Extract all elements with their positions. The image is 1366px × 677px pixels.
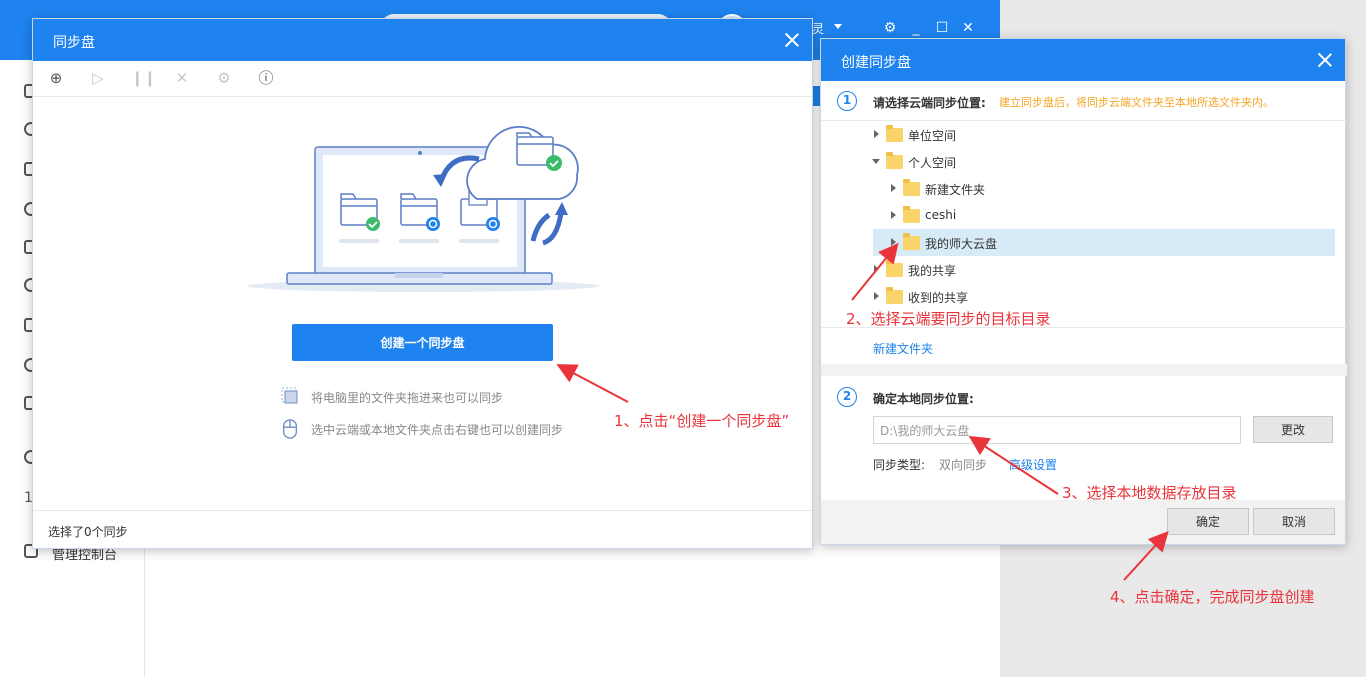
sync-dialog-header: 同步盘 (33, 19, 812, 61)
create-sync-disk-button[interactable]: 创建一个同步盘 (292, 324, 553, 361)
sync-illustration (247, 126, 599, 292)
folder-icon (886, 152, 903, 169)
sync-toolbar: ⊕ ▷ ❙❙ ✕ ⚙ ⓘ (33, 61, 812, 97)
folder-icon (886, 260, 903, 277)
settings-icon[interactable]: ⚙ (215, 69, 233, 87)
tree-item-my-cloud-disk[interactable]: 我的师大云盘 (873, 229, 1335, 256)
step2-row: 2 确定本地同步位置: (821, 377, 1347, 417)
tree-item-my-share[interactable]: 我的共享 (821, 256, 1347, 283)
annotation-step4: 4、点击确定，完成同步盘创建 (1110, 588, 1315, 606)
sync-type-label: 同步类型: (873, 458, 926, 472)
folder-icon (903, 206, 920, 223)
create-dialog-title: 创建同步盘 (841, 55, 911, 71)
tree-item-ceshi[interactable]: ceshi (821, 202, 1347, 229)
minimize-icon[interactable]: _ (908, 20, 924, 36)
user-menu-chevron-icon[interactable] (834, 24, 842, 29)
folder-icon (886, 287, 903, 304)
section-divider (821, 364, 1347, 376)
pause-icon[interactable]: ❙❙ (131, 69, 156, 87)
annotation-step3: 3、选择本地数据存放目录 (1062, 484, 1237, 502)
play-icon[interactable]: ▷ (89, 69, 107, 87)
tree-item-label: ceshi (925, 208, 957, 222)
tree-item-label: 我的共享 (908, 264, 957, 278)
step2-number-badge: 2 (837, 387, 857, 407)
annotation-step2: 2、选择云端要同步的目标目录 (846, 310, 1051, 328)
info-icon[interactable]: ⓘ (257, 69, 275, 87)
tree-item-new-folder[interactable]: 新建文件夹 (821, 175, 1347, 202)
settings-icon[interactable]: ⚙ (882, 20, 898, 36)
expand-arrow-icon[interactable] (874, 292, 879, 300)
tree-item-personal-space[interactable]: 个人空间 (821, 148, 1347, 175)
cloud-folder-tree: 单位空间 个人空间 新建文件夹 ceshi 我的师大云盘 我的共享 收到的共享 (821, 120, 1347, 328)
tree-item-label: 单位空间 (908, 129, 957, 143)
close-window-icon[interactable]: ✕ (960, 20, 976, 36)
advanced-settings-link[interactable]: 高级设置 (1009, 456, 1057, 473)
step2-label: 确定本地同步位置: (873, 392, 974, 406)
step1-label: 请选择云端同步位置: (873, 96, 986, 110)
folder-icon (886, 125, 903, 142)
step1-number-badge: 1 (837, 91, 857, 111)
sync-dialog-title: 同步盘 (53, 35, 95, 51)
user-name-fragment: 灵 (812, 22, 825, 36)
hint-rightclick-text: 选中云端或本地文件夹点击右键也可以创建同步 (311, 423, 564, 437)
step1-hint: 建立同步盘后，将同步云端文件夹至本地所选文件夹内。 (999, 96, 1274, 109)
tree-item-label: 收到的共享 (908, 291, 969, 305)
sync-selection-status: 选择了0个同步 (48, 525, 128, 539)
create-dialog-close-icon[interactable] (1317, 52, 1333, 68)
create-dialog-header: 创建同步盘 (821, 39, 1345, 81)
expand-arrow-icon[interactable] (891, 211, 896, 219)
expand-arrow-icon[interactable] (891, 184, 896, 192)
hint-drag-text: 将电脑里的文件夹拖进来也可以同步 (311, 391, 504, 405)
cancel-button[interactable]: 取消 (1253, 508, 1335, 535)
local-path-input[interactable] (873, 416, 1241, 444)
expand-arrow-icon[interactable] (874, 265, 879, 273)
folder-icon (903, 179, 920, 196)
change-path-button[interactable]: 更改 (1253, 416, 1333, 443)
collapse-arrow-icon[interactable] (872, 159, 880, 164)
create-sync-disk-dialog: 创建同步盘 1 请选择云端同步位置: 建立同步盘后，将同步云端文件夹至本地所选文… (820, 38, 1347, 545)
sync-type-value: 双向同步 (939, 458, 988, 472)
sync-disk-dialog: 同步盘 ⊕ ▷ ❙❙ ✕ ⚙ ⓘ 创建一个同步盘 将电脑里的文件夹拖进来也可以同… (32, 18, 813, 549)
maximize-icon[interactable]: ☐ (934, 20, 950, 36)
tree-item-label: 我的师大云盘 (925, 237, 998, 251)
new-folder-link[interactable]: 新建文件夹 (873, 340, 933, 357)
create-dialog-footer: 确定 取消 (821, 500, 1345, 544)
expand-arrow-icon[interactable] (874, 130, 879, 138)
drag-folder-icon (281, 387, 298, 404)
annotation-step1: 1、点击“创建一个同步盘” (614, 412, 790, 430)
step1-row: 1 请选择云端同步位置: 建立同步盘后，将同步云端文件夹至本地所选文件夹内。 (821, 81, 1345, 121)
folder-icon (903, 233, 920, 250)
delete-icon[interactable]: ✕ (173, 69, 191, 87)
sync-dialog-close-icon[interactable] (784, 32, 800, 48)
ok-button[interactable]: 确定 (1167, 508, 1249, 535)
sync-dialog-footer: 选择了0个同步 (33, 510, 812, 548)
add-sync-icon[interactable]: ⊕ (47, 69, 65, 87)
expand-arrow-icon[interactable] (891, 238, 896, 246)
tree-item-label: 个人空间 (908, 156, 957, 170)
tree-item-received-share[interactable]: 收到的共享 (821, 283, 1347, 310)
mouse-icon (282, 419, 298, 439)
tree-item-label: 新建文件夹 (925, 183, 986, 197)
tree-item-unit-space[interactable]: 单位空间 (821, 121, 1347, 148)
